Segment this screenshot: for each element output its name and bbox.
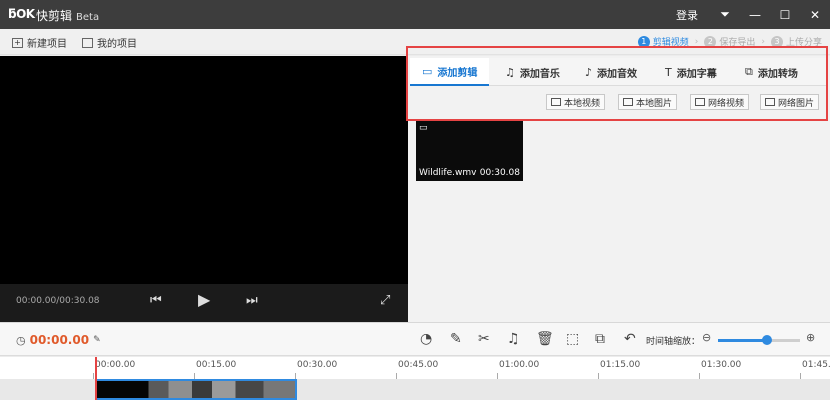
ruler-tick-label: 01:15.00 [597, 360, 641, 379]
ruler-tick-label: 00:45.00 [395, 360, 439, 379]
scissors-icon[interactable]: ✂ [478, 331, 490, 347]
player-controls: 00:00.00/00:30.08 ⏮ ▶ ⏭ ⤢ [0, 284, 408, 322]
speed-icon[interactable]: ◔ [420, 331, 432, 347]
pencil-edit-icon[interactable]: ✎ [93, 335, 101, 345]
trash-icon[interactable]: 🗑 [536, 331, 554, 347]
clip-duration: 00:30.08 [479, 168, 520, 178]
zoom-slider-fill [718, 339, 768, 342]
ruler-tick-label: 00:15.00 [193, 360, 237, 379]
new-project-label: 新建项目 [27, 39, 67, 50]
highlight-box [406, 46, 828, 121]
ruler-tick-label: 00:00.00 [92, 360, 136, 379]
ruler-tick-label: 01:00.00 [496, 360, 540, 379]
previous-frame-icon[interactable]: ⏮ [150, 293, 162, 308]
close-icon[interactable]: ✕ [800, 0, 830, 29]
ruler-tick-label: 01:30.00 [698, 360, 742, 379]
undo-icon[interactable]: ↶ [624, 331, 636, 347]
chevron-right-icon: › [761, 36, 765, 47]
plus-icon: + [12, 37, 23, 48]
zoom-slider[interactable] [718, 335, 800, 345]
ruler-tick-label: 01:45.00 [799, 360, 830, 379]
app-logo: ƃOK [8, 7, 35, 21]
timeline-clip[interactable] [95, 379, 297, 400]
play-icon[interactable]: ▶ [198, 290, 210, 309]
media-clip-thumbnail[interactable]: ▭ Wildlife.wmv 00:30.08 [416, 121, 523, 181]
login-link[interactable]: 登录 [676, 7, 698, 23]
my-projects-label: 我的项目 [97, 39, 137, 50]
zoom-out-icon[interactable]: ⊖ [702, 331, 711, 344]
app-title: 快剪辑 Beta [36, 9, 100, 23]
crop-icon[interactable]: ⬚ [566, 331, 579, 347]
zoom-in-icon[interactable]: ⊕ [806, 331, 815, 344]
new-project-button[interactable]: + 新建项目 [12, 35, 67, 50]
fullscreen-icon[interactable]: ⤢ [380, 293, 390, 308]
my-projects-button[interactable]: 我的项目 [82, 35, 137, 50]
app-edition: Beta [76, 12, 100, 23]
timeline-current-time: ◷ 00:00.00 ✎ [16, 333, 101, 347]
video-camera-icon: ▭ [419, 123, 428, 133]
folder-icon [82, 37, 93, 48]
next-frame-icon[interactable]: ⏭ [246, 293, 258, 308]
video-preview: 00:00.00/00:30.08 ⏮ ▶ ⏭ ⤢ [0, 56, 408, 322]
zoom-slider-knob[interactable] [762, 335, 773, 345]
ruler-tick-label: 00:30.00 [294, 360, 338, 379]
clip-name: Wildlife.wmv [419, 168, 477, 178]
timeline-ruler[interactable]: 00:00.00 00:15.00 00:30.00 00:45.00 01:00.00… [0, 357, 830, 379]
chevron-right-icon: › [694, 36, 699, 47]
maximize-icon[interactable]: ☐ [770, 0, 800, 29]
playback-time: 00:00.00/00:30.08 [16, 296, 100, 306]
menu-dropdown-icon[interactable]: ⏷ [710, 0, 740, 29]
pencil-icon[interactable]: ✎ [450, 331, 462, 347]
playhead[interactable] [95, 357, 97, 400]
minimize-icon[interactable]: — [740, 0, 770, 29]
zoom-label: 时间轴缩放： [646, 337, 701, 347]
current-time-value: 00:00.00 [29, 333, 90, 347]
title-bar: ƃOK 快剪辑 Beta 登录 ⏷ — ☐ ✕ [0, 0, 830, 29]
timeline-toolbar: ◷ 00:00.00 ✎ ◔ ✎ ✂ ♫ 🗑 ⬚ ⧉ ↶ 时间轴缩放： ⊖ ⊕ [0, 322, 830, 356]
copy-icon[interactable]: ⧉ [595, 331, 605, 347]
bell-icon[interactable]: ♫ [507, 331, 520, 347]
clock-icon: ◷ [16, 333, 26, 347]
